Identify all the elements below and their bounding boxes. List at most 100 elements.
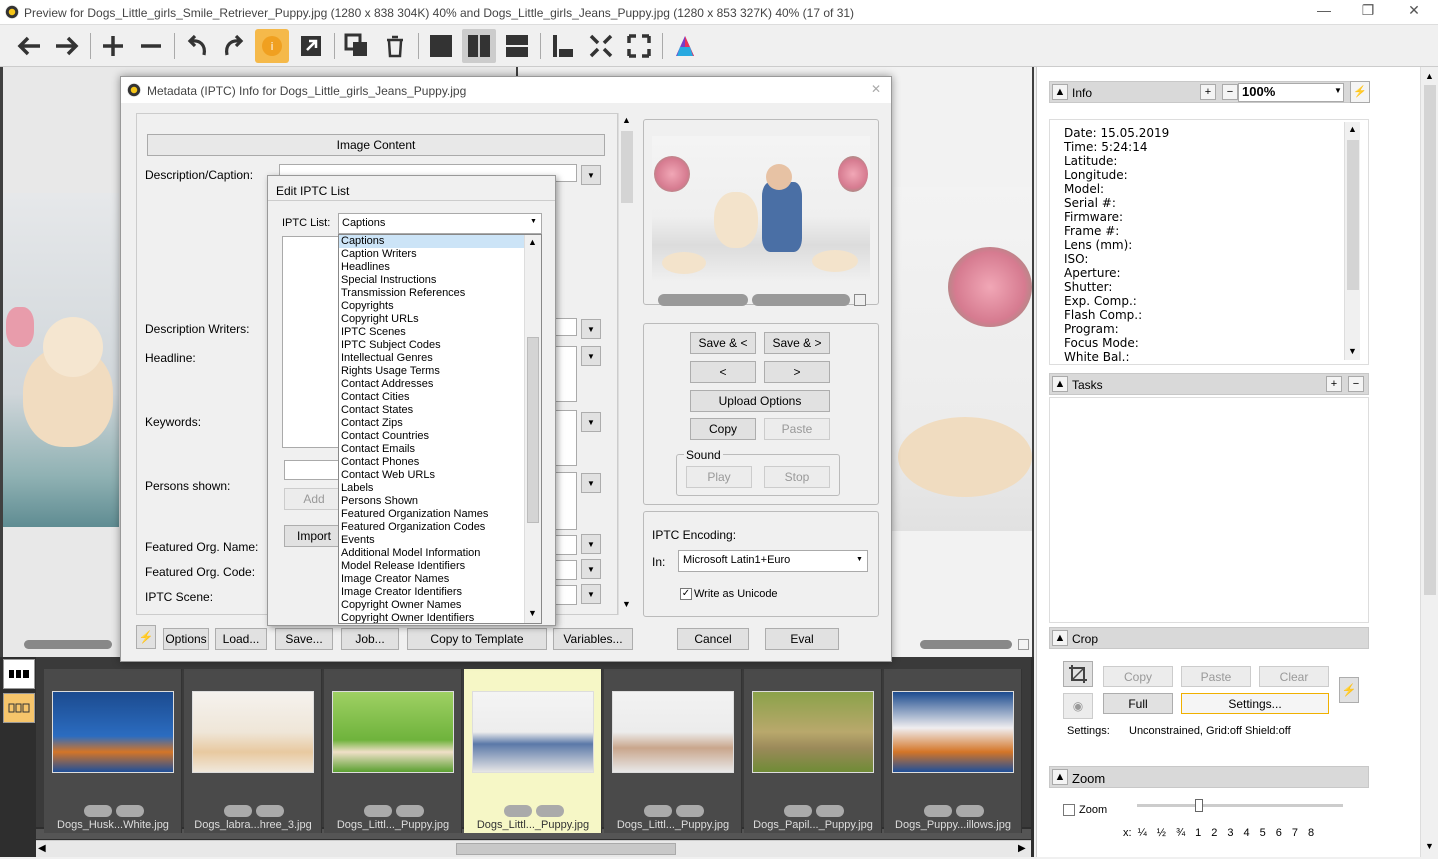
load-button[interactable]: Load... (215, 628, 267, 650)
label-pill[interactable] (116, 805, 144, 817)
keywords-dropdown-icon[interactable]: ▼ (581, 412, 601, 432)
info-scrollbar[interactable]: ▲ ▼ (1344, 122, 1360, 360)
iptc-list-option[interactable]: Model Release Identifiers (339, 560, 541, 573)
eval-button[interactable]: Eval (765, 628, 839, 650)
forward-arrow-icon[interactable] (50, 29, 84, 63)
crop-paste-button[interactable]: Paste (1181, 666, 1251, 687)
zoom-in-button[interactable]: + (1200, 84, 1216, 100)
preview-scroll-left[interactable] (24, 640, 112, 649)
iptc-list-option[interactable]: Caption Writers (339, 248, 541, 261)
zoom-scale-step[interactable]: 5 (1260, 827, 1266, 839)
rotate-right-icon[interactable] (217, 29, 251, 63)
right-panel-scrollbar[interactable]: ▲ ▼ (1420, 67, 1438, 857)
import-button[interactable]: Import (284, 525, 344, 547)
tasks-panel-header[interactable]: ▲ Tasks + − (1049, 373, 1369, 395)
close-button[interactable]: ✕ (1394, 2, 1434, 22)
restore-button[interactable]: ❐ (1348, 2, 1388, 22)
fields-scroll-thumb[interactable] (621, 131, 633, 203)
zoom-slider-thumb[interactable] (1195, 799, 1203, 812)
align-icon[interactable] (546, 29, 580, 63)
iptc-list-option[interactable]: Contact States (339, 404, 541, 417)
new-item-field[interactable] (284, 460, 344, 480)
crop-settings-button[interactable]: Settings... (1181, 693, 1329, 714)
filmstrip-view-icon[interactable] (3, 659, 35, 689)
org-name-dropdown-icon[interactable]: ▼ (581, 534, 601, 554)
zoom-scale-step[interactable]: ½ (1157, 827, 1166, 839)
prev-button[interactable]: < (690, 361, 756, 383)
iptc-list-option[interactable]: Copyrights (339, 300, 541, 313)
dropdown-scrollbar[interactable]: ▲ ▼ (524, 235, 541, 623)
zoom-out-button[interactable]: − (1222, 84, 1238, 100)
filmstrip-grid-icon[interactable] (3, 693, 35, 723)
rating-pill[interactable] (924, 805, 952, 817)
save-prev-button[interactable]: Save & < (690, 332, 756, 354)
crop-icon[interactable] (1063, 661, 1093, 687)
upload-options-button[interactable]: Upload Options (690, 390, 830, 412)
single-view-icon[interactable] (424, 29, 458, 63)
label-pill[interactable] (956, 805, 984, 817)
options-button[interactable]: Options (163, 628, 209, 650)
scroll-up-arrow-icon[interactable]: ▲ (622, 115, 631, 125)
add-button[interactable]: Add (284, 488, 344, 510)
rating-pill[interactable] (84, 805, 112, 817)
crop-clear-button[interactable]: Clear (1259, 666, 1329, 687)
info-active-icon[interactable]: i (255, 29, 289, 63)
iptc-list-option[interactable]: Copyright URLs (339, 313, 541, 326)
iptc-list-option[interactable]: Contact Cities (339, 391, 541, 404)
iptc-list-option[interactable]: Labels (339, 482, 541, 495)
zoom-select[interactable]: 100% (1238, 83, 1344, 102)
filmstrip-scrollbar[interactable]: ◀ ▶ (36, 840, 1031, 857)
copy-to-template-button[interactable]: Copy to Template (407, 628, 547, 650)
variables-button[interactable]: Variables... (553, 628, 633, 650)
iptc-list-option[interactable]: Captions (339, 235, 541, 248)
label-pill[interactable] (256, 805, 284, 817)
dropdown-scroll-thumb[interactable] (527, 337, 539, 523)
iptc-list-option[interactable]: Image Creator Names (339, 573, 541, 586)
label-pill[interactable] (536, 805, 564, 817)
next-button[interactable]: > (764, 361, 830, 383)
copy-icon[interactable] (340, 29, 374, 63)
info-panel-header[interactable]: ▲ Info + − 100% ▼ ⚡ (1049, 81, 1370, 103)
iptc-list-option[interactable]: Contact Addresses (339, 378, 541, 391)
headline-dropdown-icon[interactable]: ▼ (581, 346, 601, 366)
iptc-scene-dropdown-icon[interactable]: ▼ (581, 584, 601, 604)
scroll-left-arrow-icon[interactable]: ◀ (38, 843, 46, 854)
collapse-icon[interactable]: ▲ (1052, 630, 1068, 646)
zoom-scale-step[interactable]: 3 (1227, 827, 1233, 839)
iptc-list-option[interactable]: Copyright Owner Identifiers (339, 612, 541, 623)
iptc-list-option[interactable]: IPTC Subject Codes (339, 339, 541, 352)
scroll-down-arrow-icon[interactable]: ▼ (1348, 346, 1357, 356)
scroll-up-arrow-icon[interactable]: ▲ (1348, 124, 1357, 134)
iptc-list-select[interactable]: Captions (338, 213, 542, 234)
thumbnail[interactable]: Dogs_Puppy...illows.jpg (884, 669, 1022, 833)
minus-icon[interactable] (134, 29, 168, 63)
job-button[interactable]: Job... (341, 628, 399, 650)
thumbnail-selected[interactable]: Dogs_Littl..._Puppy.jpg (464, 669, 602, 833)
zoom-scale-step[interactable]: 2 (1211, 827, 1217, 839)
zoom-scale-step[interactable]: 4 (1244, 827, 1250, 839)
fields-scrollbar[interactable]: ▲ ▼ (618, 113, 634, 615)
thumbnail[interactable]: Dogs_Papil..._Puppy.jpg (744, 669, 882, 833)
iptc-list-option[interactable]: Contact Zips (339, 417, 541, 430)
thumbnail[interactable]: Dogs_labra...hree_3.jpg (184, 669, 322, 833)
encoding-select[interactable]: Microsoft Latin1+Euro (678, 550, 868, 572)
iptc-list-option[interactable]: Intellectual Genres (339, 352, 541, 365)
collapse-icon[interactable]: ▲ (1052, 84, 1068, 100)
list-editor-area[interactable] (282, 236, 342, 448)
persons-dropdown-icon[interactable]: ▼ (581, 473, 601, 493)
thumb-label-pill[interactable] (752, 294, 850, 306)
info-scroll-thumb[interactable] (1347, 140, 1359, 290)
zoom-scale-step[interactable]: ¾ (1176, 827, 1185, 839)
rating-pill[interactable] (504, 805, 532, 817)
iptc-list-option[interactable]: Rights Usage Terms (339, 365, 541, 378)
iptc-list-option[interactable]: Featured Organization Codes (339, 521, 541, 534)
description-dropdown-icon[interactable]: ▼ (581, 165, 601, 185)
thumb-rating-pill[interactable] (658, 294, 748, 306)
iptc-list-option[interactable]: Contact Web URLs (339, 469, 541, 482)
collapse-icon[interactable]: ▲ (1052, 769, 1068, 785)
zoom-checkbox[interactable] (1063, 804, 1075, 816)
save-button[interactable]: Save... (275, 628, 333, 650)
collapse-icon[interactable]: ▲ (1052, 376, 1068, 392)
trash-icon[interactable] (378, 29, 412, 63)
write-unicode-checkbox[interactable]: ✓ (680, 588, 692, 600)
